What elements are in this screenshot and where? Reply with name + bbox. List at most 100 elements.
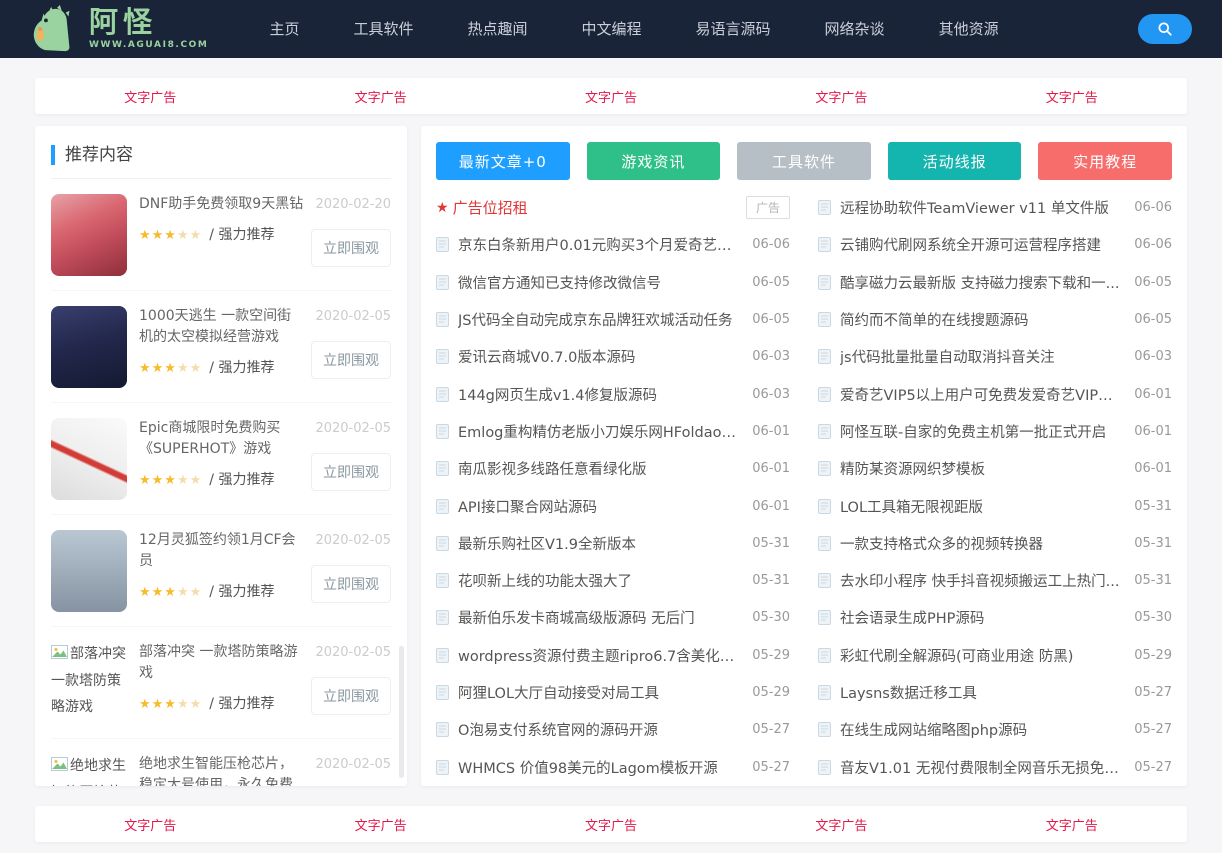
category-button-4[interactable]: 实用教程 xyxy=(1038,142,1172,180)
article-row[interactable]: 南瓜影视多线路任意看绿化版 06-01 xyxy=(436,450,790,487)
article-row[interactable]: 简约而不简单的在线搜题源码 06-05 xyxy=(818,301,1172,338)
text-ad-link[interactable]: 文字广告 xyxy=(1046,815,1098,834)
article-row[interactable]: 在线生成网站缩略图php源码 05-27 xyxy=(818,711,1172,748)
rating-label: / 强力推荐 xyxy=(209,584,275,600)
recommend-item[interactable]: Epic商城限时免费购买《SUPERHOT》游戏 ★★★★★ / 强力推荐 2020-… xyxy=(51,403,391,515)
article-row[interactable]: Emlog重构精仿老版小刀娱乐网HFoldao模... 06-01 xyxy=(436,413,790,450)
article-row[interactable]: 社会语录生成PHP源码 05-30 xyxy=(818,599,1172,636)
article-row[interactable]: 花呗新上线的功能太强大了 05-31 xyxy=(436,562,790,599)
article-row[interactable]: 微信官方通知已支持修改微信号 06-05 xyxy=(436,264,790,301)
recommend-item-body: 部落冲突 一款塔防策略游戏 ★★★★★ / 强力推荐 xyxy=(139,642,305,724)
document-icon xyxy=(818,685,831,700)
nav-item-2[interactable]: 热点趣闻 xyxy=(441,0,555,58)
text-ad-link[interactable]: 文字广告 xyxy=(124,87,176,106)
article-date: 05-30 xyxy=(1134,610,1172,626)
nav-item-6[interactable]: 其他资源 xyxy=(912,0,1026,58)
article-row[interactable]: js代码批量批量自动取消抖音关注 06-03 xyxy=(818,338,1172,375)
article-row[interactable]: 精防某资源网织梦模板 06-01 xyxy=(818,450,1172,487)
article-row[interactable]: 144g网页生成v1.4修复版源码 06-03 xyxy=(436,375,790,412)
article-date: 06-03 xyxy=(1134,349,1172,365)
article-title: Laysns数据迁移工具 xyxy=(840,686,977,702)
recommend-item[interactable]: 12月灵狐签约领1月CF会员 ★★★★★ / 强力推荐 2020-02-05 立即围观 xyxy=(51,515,391,627)
article-title: LOL工具箱无限视距版 xyxy=(840,499,984,516)
article-columns: ★ 广告位招租 广告 京东白条新用户0.01元购买3个月爱奇艺黄... 06-06 微信官… xyxy=(436,189,1172,786)
article-row[interactable]: 彩虹代刷全解源码(可商业用途 防黑) 05-29 xyxy=(818,637,1172,674)
article-date: 06-05 xyxy=(752,312,790,328)
document-icon xyxy=(436,349,449,365)
text-ad-link[interactable]: 文字广告 xyxy=(815,87,867,106)
nav-item-1[interactable]: 工具软件 xyxy=(326,0,440,58)
article-row[interactable]: WHMCS 价值98美元的Lagom模板开源 05-27 xyxy=(436,748,790,785)
article-row[interactable]: wordpress资源付费主题ripro6.7含美化包... 05-29 xyxy=(436,637,790,674)
article-row[interactable]: JS代码全自动完成京东品牌狂欢城活动任务 06-05 xyxy=(436,301,790,338)
rating: ★★★★★ / 强力推荐 xyxy=(139,469,305,489)
article-title: 云铺购代刷网系统全开源可运营程序搭建 xyxy=(840,238,1101,255)
article-row[interactable]: 一款支持格式众多的视频转换器 05-31 xyxy=(818,525,1172,562)
article-row[interactable]: 阿狸LOL大厅自动接受对局工具 05-29 xyxy=(436,674,790,711)
document-icon xyxy=(436,573,449,589)
text-ad-link[interactable]: 文字广告 xyxy=(124,815,176,834)
view-now-button[interactable]: 立即围观 xyxy=(311,229,391,267)
nav-item-5[interactable]: 网络杂谈 xyxy=(798,0,912,58)
article-date: 06-05 xyxy=(1134,274,1172,290)
nav-item-3[interactable]: 中文编程 xyxy=(555,0,669,58)
category-button-0[interactable]: 最新文章+0 xyxy=(436,142,570,180)
rating-label: / 强力推荐 xyxy=(209,227,275,243)
rating: ★★★★★ / 强力推荐 xyxy=(139,581,305,601)
thumbnail-image xyxy=(51,194,127,276)
article-title: 简约而不简单的在线搜题源码 xyxy=(840,313,1029,330)
text-ad-link[interactable]: 文字广告 xyxy=(585,87,637,106)
text-ad-link[interactable]: 文字广告 xyxy=(1046,87,1098,106)
recommend-item[interactable]: 绝地求生智能压枪芯片，稳定大号使用，永久免费绝地求生智能压枪芯片，稳定大号使用，… xyxy=(51,739,391,786)
star-icons-empty: ★★ xyxy=(176,585,203,600)
article-title: 音友V1.01 无视付费限制全网音乐无损免费... xyxy=(840,760,1125,777)
article-title: 社会语录生成PHP源码 xyxy=(840,611,985,628)
article-row[interactable]: 远程协助软件TeamViewer v11 单文件版 06-06 xyxy=(818,189,1172,226)
recommend-item[interactable]: 1000天逃生 一款空间街机的太空模拟经营游戏 ★★★★★ / 强力推荐 2020-0… xyxy=(51,291,391,403)
category-button-2[interactable]: 工具软件 xyxy=(737,142,871,180)
sidebar-scrollbar[interactable] xyxy=(399,646,404,778)
category-button-3[interactable]: 活动线报 xyxy=(887,142,1022,180)
article-row[interactable]: Laysns数据迁移工具 05-27 xyxy=(818,674,1172,711)
text-ad-link[interactable]: 文字广告 xyxy=(585,815,637,834)
view-now-button[interactable]: 立即围观 xyxy=(311,677,391,715)
view-now-button[interactable]: 立即围观 xyxy=(311,565,391,603)
site-logo[interactable]: 阿怪 WWW.AGUAI8.COM xyxy=(30,5,208,53)
article-date: 06-01 xyxy=(1134,423,1172,439)
text-ad-link[interactable]: 文字广告 xyxy=(815,815,867,834)
article-row[interactable]: 音友V1.01 无视付费限制全网音乐无损免费... 05-27 xyxy=(818,748,1172,785)
sidebar-list: DNF助手免费领取9天黑钻 ★★★★★ / 强力推荐 2020-02-20 立即围观 10… xyxy=(51,179,391,786)
view-now-button[interactable]: 立即围观 xyxy=(311,453,391,491)
ad-slot-row[interactable]: ★ 广告位招租 广告 xyxy=(436,189,790,226)
view-now-button[interactable]: 立即围观 xyxy=(311,341,391,379)
category-button-1[interactable]: 游戏资讯 xyxy=(586,142,721,180)
article-row[interactable]: LOL工具箱无限视距版 05-31 xyxy=(818,487,1172,524)
article-row[interactable]: 爱奇艺VIP5以上用户可免费发爱奇艺VIP红包 06-01 xyxy=(818,375,1172,412)
article-row[interactable]: 爱讯云商城V0.7.0版本源码 06-03 xyxy=(436,338,790,375)
star-icon: ★ xyxy=(436,199,449,216)
text-ad-link[interactable]: 文字广告 xyxy=(355,87,407,106)
document-icon xyxy=(818,237,831,253)
article-row[interactable]: 去水印小程序 快手抖音视频搬运工上热门... 05-31 xyxy=(818,562,1172,599)
text-ad-link[interactable]: 文字广告 xyxy=(355,815,407,834)
article-row[interactable]: 最新乐购社区V1.9全新版本 05-31 xyxy=(436,525,790,562)
article-row[interactable]: 最新伯乐发卡商城高级版源码 无后门 05-30 xyxy=(436,599,790,636)
recommend-item[interactable]: 部落冲突 一款塔防策略游戏 部落冲突 一款塔防策略游戏 ★★★★★ / 强力推荐 202… xyxy=(51,627,391,739)
article-row[interactable]: 京东白条新用户0.01元购买3个月爱奇艺黄... 06-06 xyxy=(436,226,790,263)
article-row[interactable]: 阿怪互联-自家的免费主机第一批正式开启 06-01 xyxy=(818,413,1172,450)
article-date: 05-27 xyxy=(752,759,790,775)
article-row[interactable]: O泡易支付系统官网的源码开源 05-27 xyxy=(436,711,790,748)
article-date: 05-31 xyxy=(752,573,790,589)
nav-item-4[interactable]: 易语言源码 xyxy=(669,0,798,58)
star-icons-filled: ★★★ xyxy=(139,228,177,243)
article-row[interactable]: API接口聚合网站源码 06-01 xyxy=(436,487,790,524)
nav-item-0[interactable]: 主页 xyxy=(242,0,326,58)
article-date: 05-27 xyxy=(752,722,790,738)
search-button[interactable] xyxy=(1138,14,1192,44)
article-date: 05-27 xyxy=(1134,685,1172,700)
article-row[interactable]: 酷享磁力云最新版 支持磁力搜索下载和一... 06-05 xyxy=(818,264,1172,301)
recommend-item-meta: 2020-02-05 立即围观 xyxy=(305,418,391,500)
article-row[interactable]: 云铺购代刷网系统全开源可运营程序搭建 06-06 xyxy=(818,226,1172,263)
recommend-item[interactable]: DNF助手免费领取9天黑钻 ★★★★★ / 强力推荐 2020-02-20 立即围观 xyxy=(51,179,391,291)
article-title: 京东白条新用户0.01元购买3个月爱奇艺黄... xyxy=(458,238,743,255)
